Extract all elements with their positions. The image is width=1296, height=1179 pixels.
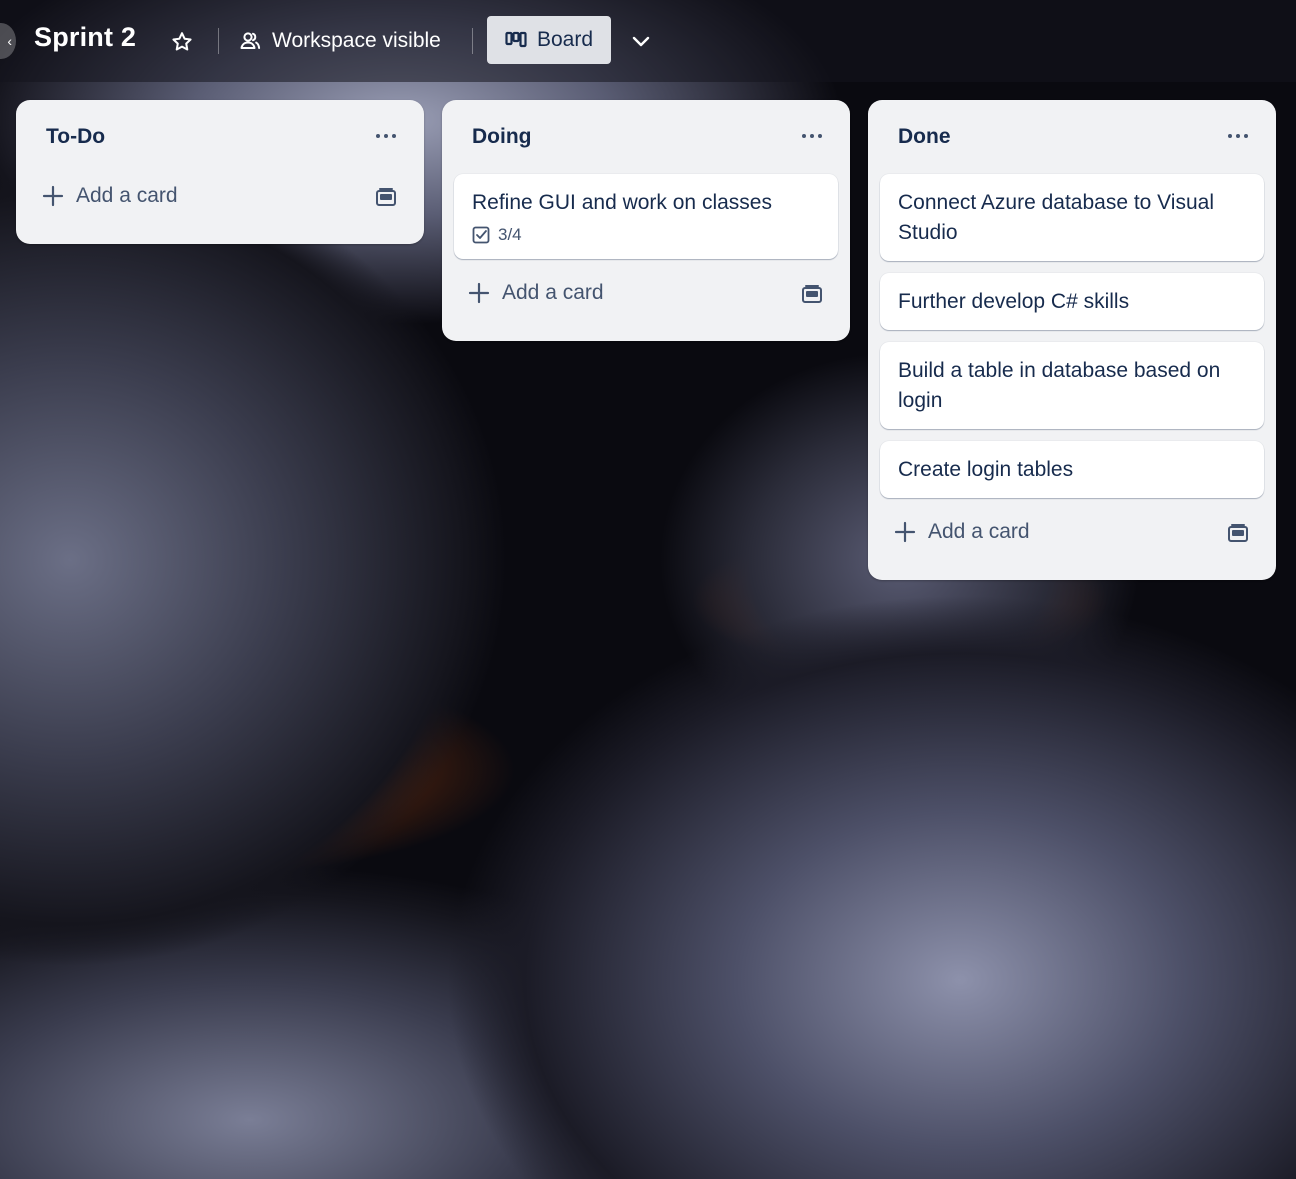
board-icon bbox=[505, 31, 527, 48]
plus-icon bbox=[42, 185, 64, 207]
list-menu-button[interactable] bbox=[1220, 120, 1256, 152]
card[interactable]: Refine GUI and work on classes 3/4 bbox=[454, 174, 838, 259]
create-from-template-button[interactable] bbox=[372, 184, 400, 212]
more-icon-dot bbox=[818, 134, 822, 138]
list-to-do: To-Do Add a card bbox=[16, 100, 424, 244]
card-title: Refine GUI and work on classes bbox=[472, 191, 772, 214]
card[interactable]: Create login tables bbox=[880, 441, 1264, 498]
list-header: Done bbox=[880, 100, 1264, 174]
plus-icon bbox=[894, 521, 916, 543]
more-icon-dot bbox=[1236, 134, 1240, 138]
chevron-down-icon bbox=[632, 36, 650, 47]
add-card-button[interactable]: Add a card bbox=[42, 184, 178, 208]
more-icon-dot bbox=[384, 134, 388, 138]
card[interactable]: Connect Azure database to Visual Studio bbox=[880, 174, 1264, 261]
people-icon bbox=[240, 32, 261, 49]
list-title[interactable]: Doing bbox=[472, 125, 531, 149]
create-from-template-button[interactable] bbox=[1224, 520, 1252, 548]
star-board-button[interactable] bbox=[166, 26, 198, 58]
checklist-icon bbox=[472, 226, 490, 244]
add-card-label: Add a card bbox=[928, 520, 1030, 543]
card-template-icon bbox=[376, 188, 396, 206]
more-icon bbox=[376, 134, 380, 138]
add-card-row: Add a card bbox=[28, 172, 412, 232]
more-icon-dot bbox=[810, 134, 814, 138]
card-template-icon bbox=[1228, 524, 1248, 542]
card-title: Create login tables bbox=[898, 458, 1074, 481]
create-from-template-button[interactable] bbox=[798, 281, 826, 309]
more-icon-dot bbox=[392, 134, 396, 138]
header-divider bbox=[218, 28, 219, 54]
list-title[interactable]: Done bbox=[898, 125, 951, 149]
sidebar-toggle-button[interactable]: ‹ bbox=[0, 23, 16, 59]
list-header: Doing bbox=[454, 100, 838, 174]
view-switcher-button[interactable] bbox=[624, 24, 658, 58]
checklist-badge: 3/4 bbox=[472, 224, 820, 246]
checklist-count: 3/4 bbox=[498, 225, 522, 244]
plus-icon bbox=[468, 282, 490, 304]
card-template-icon bbox=[802, 285, 822, 303]
list-doing: Doing Refine GUI and work on classes 3/4… bbox=[442, 100, 850, 341]
card[interactable]: Build a table in database based on login bbox=[880, 342, 1264, 429]
list-menu-button[interactable] bbox=[368, 120, 404, 152]
header-divider bbox=[472, 28, 473, 54]
list-header: To-Do bbox=[28, 100, 412, 174]
star-icon bbox=[172, 32, 192, 51]
more-icon bbox=[802, 134, 806, 138]
list-menu-button[interactable] bbox=[794, 120, 830, 152]
board-view-label: Board bbox=[536, 28, 594, 51]
card-title: Build a table in database based on login bbox=[898, 359, 1221, 412]
board-view-button[interactable]: Board bbox=[487, 16, 611, 64]
card-title: Connect Azure database to Visual Studio bbox=[898, 191, 1214, 244]
list-title[interactable]: To-Do bbox=[46, 125, 105, 149]
card-title: Further develop C# skills bbox=[898, 290, 1130, 313]
add-card-label: Add a card bbox=[502, 281, 604, 304]
add-card-label: Add a card bbox=[76, 184, 178, 207]
add-card-row: Add a card bbox=[454, 269, 838, 329]
visibility-button[interactable]: Workspace visible bbox=[238, 22, 441, 60]
card[interactable]: Further develop C# skills bbox=[880, 273, 1264, 330]
list-done: Done Connect Azure database to Visual St… bbox=[868, 100, 1276, 580]
board-header: ‹ Sprint 2 Workspace visible Board bbox=[0, 0, 1296, 82]
add-card-row: Add a card bbox=[880, 508, 1264, 568]
board-title[interactable]: Sprint 2 bbox=[34, 22, 136, 53]
add-card-button[interactable]: Add a card bbox=[894, 520, 1030, 544]
visibility-label: Workspace visible bbox=[272, 29, 441, 52]
chevron-left-icon: ‹ bbox=[7, 33, 12, 49]
add-card-button[interactable]: Add a card bbox=[468, 281, 604, 305]
more-icon-dot bbox=[1244, 134, 1248, 138]
more-icon bbox=[1228, 134, 1232, 138]
